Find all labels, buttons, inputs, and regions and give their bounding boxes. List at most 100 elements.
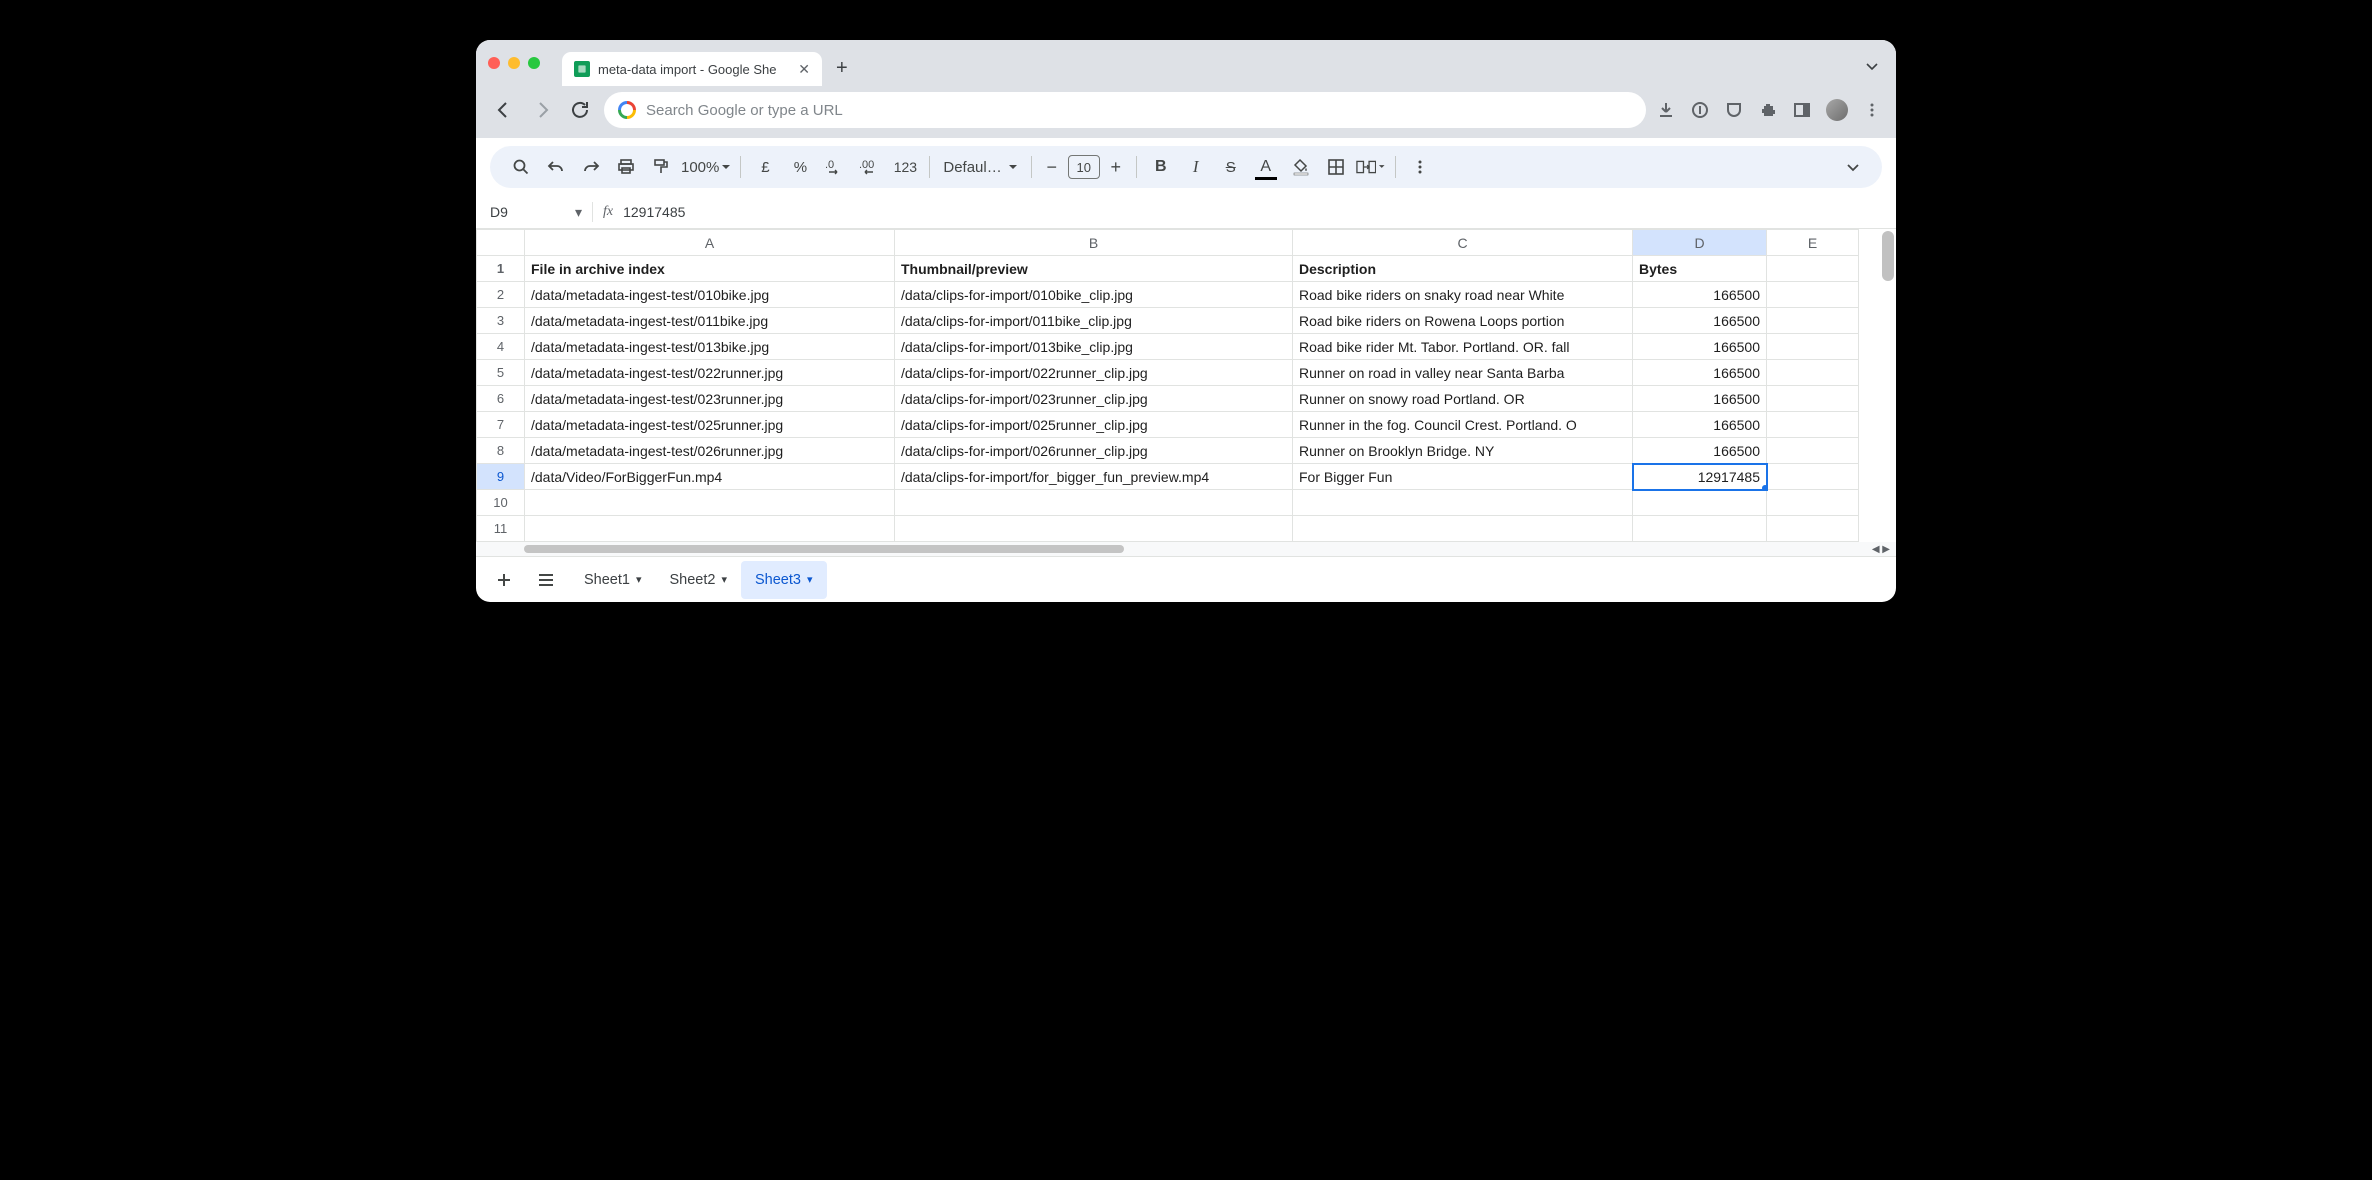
cell[interactable] [1293,516,1633,542]
col-header-E[interactable]: E [1767,230,1859,256]
cell[interactable]: Road bike riders on snaky road near Whit… [1293,282,1633,308]
cell[interactable]: 166500 [1633,334,1767,360]
bold-button[interactable]: B [1146,152,1176,182]
row-header[interactable]: 11 [477,516,525,542]
cell[interactable]: 166500 [1633,282,1767,308]
name-box-dropdown-icon[interactable]: ▾ [575,204,582,221]
row-header[interactable]: 5 [477,360,525,386]
window-minimize-button[interactable] [508,57,520,69]
sheet-tab-sheet3[interactable]: Sheet3 ▾ [741,561,827,599]
undo-button[interactable] [541,152,571,182]
cell[interactable]: /data/metadata-ingest-test/023runner.jpg [525,386,895,412]
ublock-icon[interactable] [1724,100,1744,120]
cell[interactable] [1767,360,1859,386]
sheet-tab-menu-icon[interactable]: ▾ [721,573,727,586]
cell[interactable]: Runner on snowy road Portland. OR [1293,386,1633,412]
redo-button[interactable] [576,152,606,182]
cell[interactable]: 166500 [1633,412,1767,438]
cell[interactable]: /data/metadata-ingest-test/013bike.jpg [525,334,895,360]
cell[interactable]: /data/metadata-ingest-test/010bike.jpg [525,282,895,308]
col-header-A[interactable]: A [525,230,895,256]
decrease-decimal-button[interactable]: .0 [820,152,850,182]
cell[interactable] [1767,256,1859,282]
paint-format-button[interactable] [646,152,676,182]
cell[interactable]: Runner on road in valley near Santa Barb… [1293,360,1633,386]
percent-format-button[interactable]: % [785,152,815,182]
cell[interactable]: /data/Video/ForBiggerFun.mp4 [525,464,895,490]
downloads-icon[interactable] [1656,100,1676,120]
cell[interactable] [1767,464,1859,490]
chrome-menu-icon[interactable] [1862,100,1882,120]
cell[interactable]: Road bike riders on Rowena Loops portion [1293,308,1633,334]
more-formats-button[interactable]: 123 [890,152,920,182]
row-header[interactable]: 1 [477,256,525,282]
cell[interactable]: 166500 [1633,308,1767,334]
row-header[interactable]: 9 [477,464,525,490]
cell[interactable]: /data/clips-for-import/022runner_clip.jp… [895,360,1293,386]
cell[interactable] [1633,516,1767,542]
print-button[interactable] [611,152,641,182]
row-header[interactable]: 3 [477,308,525,334]
col-header-D[interactable]: D [1633,230,1767,256]
cell[interactable]: /data/metadata-ingest-test/026runner.jpg [525,438,895,464]
cell[interactable]: Runner in the fog. Council Crest. Portla… [1293,412,1633,438]
col-header-C[interactable]: C [1293,230,1633,256]
cell[interactable]: 166500 [1633,360,1767,386]
tabs-dropdown-icon[interactable] [1864,58,1880,74]
formula-input[interactable]: 12917485 [623,204,685,220]
text-color-button[interactable]: A [1251,152,1281,182]
forward-button[interactable] [528,100,556,120]
search-icon[interactable] [506,152,536,182]
row-header[interactable]: 2 [477,282,525,308]
strikethrough-button[interactable]: S [1216,152,1246,182]
cell[interactable] [1767,308,1859,334]
cell[interactable] [895,516,1293,542]
cell[interactable] [525,490,895,516]
cell[interactable]: /data/metadata-ingest-test/011bike.jpg [525,308,895,334]
cell[interactable] [1767,386,1859,412]
tab-close-icon[interactable]: ✕ [798,61,810,78]
horizontal-scrollbar[interactable] [524,545,1124,553]
sheet-tab-menu-icon[interactable]: ▾ [636,573,642,586]
cell[interactable]: /data/metadata-ingest-test/022runner.jpg [525,360,895,386]
reload-button[interactable] [566,100,594,120]
cell[interactable]: For Bigger Fun [1293,464,1633,490]
cell[interactable] [1767,490,1859,516]
add-sheet-button[interactable] [486,562,522,598]
side-panel-icon[interactable] [1792,100,1812,120]
collapse-toolbar-icon[interactable] [1840,160,1866,174]
cell[interactable] [525,516,895,542]
cell[interactable]: /data/metadata-ingest-test/025runner.jpg [525,412,895,438]
browser-tab[interactable]: meta-data import - Google She ✕ [562,52,822,86]
row-header[interactable]: 7 [477,412,525,438]
currency-format-button[interactable]: £ [750,152,780,182]
more-toolbar-icon[interactable] [1405,152,1435,182]
profile-avatar[interactable] [1826,99,1848,121]
row-header[interactable]: 4 [477,334,525,360]
cell[interactable]: Thumbnail/preview [895,256,1293,282]
cell[interactable]: /data/clips-for-import/for_bigger_fun_pr… [895,464,1293,490]
decrease-font-size-button[interactable]: − [1041,157,1063,178]
cell[interactable]: /data/clips-for-import/013bike_clip.jpg [895,334,1293,360]
hscroll-nav[interactable]: ◀ ▶ [1872,544,1890,555]
cell[interactable] [1767,282,1859,308]
cell[interactable]: 166500 [1633,438,1767,464]
window-close-button[interactable] [488,57,500,69]
row-header[interactable]: 10 [477,490,525,516]
cell[interactable]: Runner on Brooklyn Bridge. NY [1293,438,1633,464]
row-header[interactable]: 6 [477,386,525,412]
cell[interactable] [1767,438,1859,464]
cell[interactable]: Road bike rider Mt. Tabor. Portland. OR.… [1293,334,1633,360]
font-size-input[interactable]: 10 [1068,155,1100,179]
col-header-B[interactable]: B [895,230,1293,256]
merge-cells-button[interactable] [1356,152,1386,182]
new-tab-button[interactable]: + [836,57,848,80]
cell[interactable] [1767,516,1859,542]
sheet-tab-sheet2[interactable]: Sheet2 ▾ [656,561,742,599]
fill-color-button[interactable] [1286,152,1316,182]
window-maximize-button[interactable] [528,57,540,69]
omnibox[interactable]: Search Google or type a URL [604,92,1646,128]
cell[interactable] [1767,412,1859,438]
onepassword-icon[interactable] [1690,100,1710,120]
sheet-tab-menu-icon[interactable]: ▾ [807,573,813,586]
